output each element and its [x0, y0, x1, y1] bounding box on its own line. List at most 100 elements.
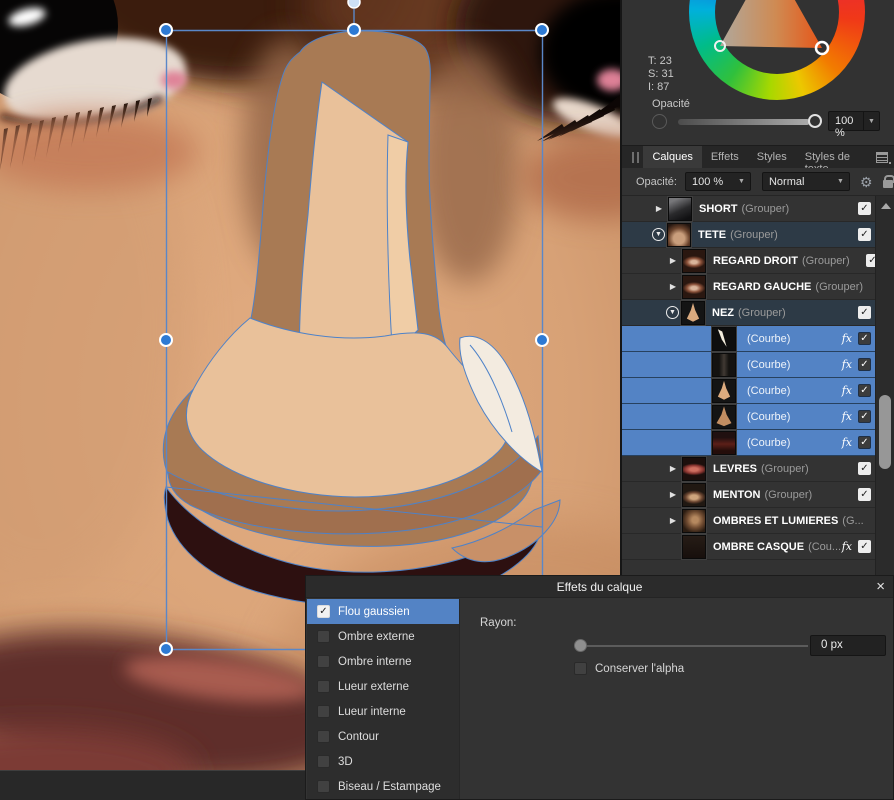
layer-thumbnail[interactable] [680, 299, 706, 326]
effect-row[interactable]: Contour [307, 724, 459, 749]
color-swatch[interactable] [652, 114, 667, 129]
layer-visibility-checkbox[interactable]: ✓ [858, 202, 871, 215]
effect-row[interactable]: 3D [307, 749, 459, 774]
layer-visibility-checkbox[interactable]: ✓ [858, 306, 871, 319]
effect-row[interactable]: Ombre interne [307, 649, 459, 674]
scroll-up-icon[interactable] [881, 203, 891, 209]
radius-value-field[interactable]: 0 px [810, 635, 886, 656]
color-opacity-slider[interactable] [678, 119, 810, 125]
scrollbar-thumb[interactable] [879, 395, 891, 469]
expand-arrow-icon[interactable]: ▶ [666, 516, 680, 525]
tab-effets[interactable]: Effets [702, 146, 748, 168]
layer-visibility-checkbox[interactable]: ✓ [858, 436, 871, 449]
layer-thumbnail[interactable] [681, 247, 707, 274]
lock-icon[interactable] [882, 174, 894, 188]
layer-opacity-dropdown[interactable]: 100 % ▼ [684, 172, 751, 191]
layer-thumbnail[interactable] [681, 273, 707, 300]
layer-row[interactable]: ▶ REGARD DROIT (Grouper) fx ✓ [622, 247, 877, 274]
layer-row[interactable]: ▶ OMBRES ET LUMIERES (G... fx ✓ [622, 507, 877, 534]
expand-arrow-icon[interactable]: ▶ [666, 282, 680, 291]
layer-name: OMBRE CASQUE [713, 540, 805, 553]
effect-row[interactable]: Ombre externe [307, 624, 459, 649]
layer-row[interactable]: ▶ MENTON (Grouper) fx ✓ [622, 481, 877, 508]
layer-row[interactable]: (Courbe) fx ✓ [622, 403, 877, 430]
layer-thumbnail[interactable] [711, 403, 737, 430]
layer-row[interactable]: ▶ LEVRES (Grouper) fx ✓ [622, 455, 877, 482]
layer-row[interactable]: (Courbe) fx ✓ [622, 429, 877, 456]
fx-badge[interactable]: fx [842, 436, 852, 449]
effect-row[interactable]: ✓ Flou gaussien [307, 599, 459, 624]
panel-grip-icon[interactable] [632, 152, 640, 163]
layer-row[interactable]: (Courbe) fx ✓ [622, 325, 877, 352]
handle-mid-right[interactable] [535, 333, 549, 347]
effect-checkbox[interactable]: ✓ [317, 605, 330, 618]
expand-arrow-icon[interactable]: ▶ [666, 256, 680, 265]
effect-checkbox[interactable] [317, 755, 330, 768]
layer-visibility-checkbox[interactable]: ✓ [858, 332, 871, 345]
fx-badge[interactable]: fx [842, 358, 852, 371]
handle-top-center[interactable] [347, 23, 361, 37]
layer-thumbnail[interactable] [681, 533, 707, 560]
fx-badge[interactable]: fx [842, 540, 852, 553]
layer-visibility-checkbox[interactable]: ✓ [858, 228, 871, 241]
fx-badge[interactable]: fx [842, 332, 852, 345]
expand-arrow-icon[interactable]: ▼ [652, 228, 665, 241]
rotation-handle[interactable] [347, 0, 361, 9]
effect-row[interactable]: Biseau / Estampage [307, 774, 459, 799]
chevron-down-icon[interactable]: ▼ [863, 112, 879, 130]
layer-thumbnail[interactable] [681, 507, 707, 534]
layer-visibility-checkbox[interactable]: ✓ [858, 540, 871, 553]
effect-row[interactable]: Lueur externe [307, 674, 459, 699]
effect-row[interactable]: Lueur interne [307, 699, 459, 724]
layer-thumbnail[interactable] [681, 481, 707, 508]
layer-row[interactable]: (Courbe) fx ✓ [622, 377, 877, 404]
layer-row[interactable]: ▶ REGARD GAUCHE (Grouper) fx ✓ [622, 273, 877, 300]
layer-thumbnail[interactable] [711, 325, 737, 352]
radius-slider-handle[interactable] [574, 639, 587, 652]
layer-row[interactable]: OMBRE CASQUE (Cou... fx ✓ [622, 533, 877, 560]
expand-arrow-icon[interactable]: ▶ [666, 464, 680, 473]
effect-checkbox[interactable] [317, 730, 330, 743]
layer-options-row: Opacité: 100 % ▼ Normal ▼ ⚙ [622, 168, 894, 196]
tab-styles[interactable]: Styles [748, 146, 796, 168]
layer-visibility-checkbox[interactable]: ✓ [858, 462, 871, 475]
layer-thumbnail[interactable] [711, 351, 737, 378]
layer-thumbnail[interactable] [667, 196, 693, 222]
color-opacity-value[interactable]: 100 % ▼ [828, 111, 880, 139]
layer-thumbnail[interactable] [711, 429, 737, 456]
effect-checkbox[interactable] [317, 780, 330, 793]
expand-arrow-icon[interactable]: ▶ [652, 204, 666, 213]
expand-arrow-icon[interactable]: ▼ [666, 306, 679, 319]
effect-checkbox[interactable] [317, 630, 330, 643]
color-opacity-slider-handle[interactable] [808, 114, 822, 128]
layer-thumbnail[interactable] [666, 221, 692, 248]
layer-thumbnail[interactable] [711, 377, 737, 404]
fx-badge[interactable]: fx [842, 384, 852, 397]
panel-menu-icon[interactable] [876, 151, 891, 164]
handle-bottom-left[interactable] [159, 642, 173, 656]
radius-slider[interactable] [586, 645, 808, 647]
handle-top-left[interactable] [159, 23, 173, 37]
effect-checkbox[interactable] [317, 705, 330, 718]
close-icon[interactable]: × [876, 578, 885, 595]
gear-icon[interactable]: ⚙ [860, 175, 873, 189]
tab-calques[interactable]: Calques [643, 146, 702, 168]
layer-visibility-checkbox[interactable]: ✓ [858, 488, 871, 501]
layer-visibility-checkbox[interactable]: ✓ [858, 384, 871, 397]
blend-mode-dropdown[interactable]: Normal ▼ [761, 172, 850, 191]
expand-arrow-icon[interactable]: ▶ [666, 490, 680, 499]
layer-row[interactable]: ▼ TETE (Grouper) fx ✓ [622, 221, 877, 248]
fx-badge[interactable]: fx [842, 410, 852, 423]
layer-visibility-checkbox[interactable]: ✓ [858, 358, 871, 371]
handle-mid-left[interactable] [159, 333, 173, 347]
handle-top-right[interactable] [535, 23, 549, 37]
layer-row[interactable]: ▶ SHORT (Grouper) fx ✓ [622, 196, 877, 222]
layer-thumbnail[interactable] [681, 455, 707, 482]
layer-row[interactable]: ▼ NEZ (Grouper) fx ✓ [622, 299, 877, 326]
effect-checkbox[interactable] [317, 655, 330, 668]
layer-row[interactable]: (Courbe) fx ✓ [622, 351, 877, 378]
preserve-alpha-checkbox[interactable] [574, 662, 587, 675]
tab-styles-de-texte[interactable]: Styles de texte [796, 146, 877, 175]
effect-checkbox[interactable] [317, 680, 330, 693]
layer-visibility-checkbox[interactable]: ✓ [858, 410, 871, 423]
